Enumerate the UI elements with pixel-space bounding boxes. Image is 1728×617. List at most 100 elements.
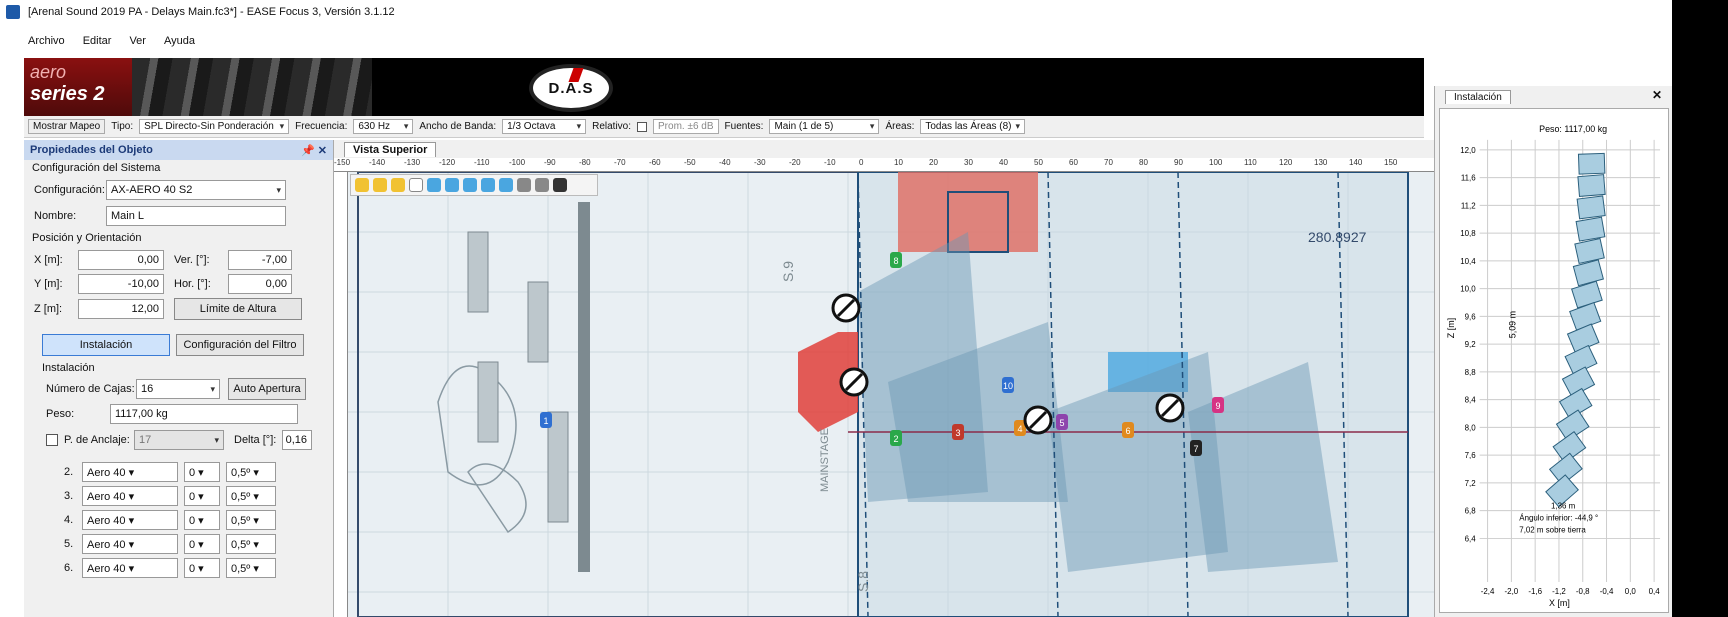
box-value-select[interactable]: 0 ▾ [184,462,220,482]
hor-field[interactable]: 0,00 [228,274,292,294]
install-button[interactable]: Instalación [42,334,170,356]
name-label: Nombre: [34,210,77,222]
box-value-select[interactable]: 0 ▾ [184,534,220,554]
filter-config-button[interactable]: Configuración del Filtro [176,334,304,356]
no-entry-icon[interactable] [831,293,861,323]
boxes-select-value: 16 [141,383,154,395]
config-select[interactable]: AX-AERO 40 S2 ▾ [106,180,286,200]
y-field[interactable]: -10,00 [78,274,164,294]
measure-icon[interactable] [517,178,531,192]
box-index: 2. [64,466,74,478]
box-value-select[interactable]: 0 ▾ [184,558,220,578]
z-field[interactable]: 12,00 [78,299,164,319]
position-section-label: Posición y Orientación [32,232,142,244]
ver-field[interactable]: -7,00 [228,250,292,270]
type-label: Tipo: [111,121,134,132]
auto-aperture-button[interactable]: Auto Apertura [228,378,306,400]
shape-wedge-icon[interactable] [481,178,495,192]
shape-trap-icon[interactable] [499,178,513,192]
frequency-select[interactable]: 630 Hz ▾ [353,119,414,134]
source-marker[interactable]: 3 [952,424,964,440]
sources-select[interactable]: Main (1 de 5) ▾ [769,119,880,134]
anchor-select[interactable]: 17 ▾ [134,430,224,450]
marker-label: 1 [543,416,548,426]
y-label: Y [m]: [34,278,63,290]
source-marker[interactable]: 7 [1190,440,1202,456]
array-box [1575,216,1606,242]
shape-rect-icon[interactable] [427,178,441,192]
source-marker[interactable]: 9 [1212,397,1224,413]
close-icon[interactable]: ✕ [1652,88,1662,102]
box-angle-select[interactable]: 0,5º ▾ [226,462,276,482]
source-marker[interactable]: 5 [1056,414,1068,430]
box-model-select[interactable]: Aero 40 ▾ [82,534,178,554]
box-angle-select[interactable]: 0,5º ▾ [226,486,276,506]
box-value-select[interactable]: 0 ▾ [184,486,220,506]
weight-row: Peso: 1117,00 kg [46,404,298,424]
box-model-select[interactable]: Aero 40 ▾ [82,510,178,530]
box-angle-select[interactable]: 0,5º ▾ [226,534,276,554]
floor-plan[interactable]: 280.8927 MAINSTAGE S.9 S.8 1 2 3 4 5 6 7 8 9 10 [348,172,1434,617]
anchor-checkbox[interactable] [46,434,58,446]
x-tick-label: -1,2 [1552,587,1566,596]
name-field[interactable]: Main L [106,206,286,226]
ruler-tick: -100 [509,158,526,167]
ruler-tick: -90 [544,158,556,167]
no-entry-icon[interactable] [1155,393,1185,423]
screenshot-stage: [Arenal Sound 2019 PA - Delays Main.fc3*… [0,0,1728,617]
tab-instalacion[interactable]: Instalación [1445,90,1511,104]
show-mapping-button[interactable]: Mostrar Mapeo [28,119,106,134]
speaker-icon[interactable] [553,178,567,192]
source-marker[interactable]: 2 [890,430,902,446]
box-value-select[interactable]: 0 ▾ [184,510,220,530]
shape-poly-icon[interactable] [445,178,459,192]
select-icon[interactable] [409,178,423,192]
boxes-select[interactable]: 16 ▾ [136,379,220,399]
source-marker[interactable]: 8 [890,252,902,268]
ruler-tick: 20 [929,158,938,167]
ruler-tick: 40 [999,158,1008,167]
chart-x-label: X [m] [1549,598,1570,608]
zoom-in-icon[interactable] [355,178,369,192]
relative-checkbox[interactable] [637,121,648,132]
delta-field[interactable]: 0,16 [282,430,312,450]
aero-logo-line1: aero [30,62,67,82]
box-model-select[interactable]: Aero 40 ▾ [82,486,178,506]
window-title: [Arenal Sound 2019 PA - Delays Main.fc3*… [28,6,395,18]
box-angle-select[interactable]: 0,5º ▾ [226,558,276,578]
ruler-tick: 130 [1314,158,1328,167]
height-limit-button[interactable]: Límite de Altura [174,298,302,320]
ruler-tick: 100 [1209,158,1223,167]
box-angle-select[interactable]: 0,5º ▾ [226,510,276,530]
zoom-fit-icon[interactable] [391,178,405,192]
source-marker[interactable]: 1 [540,412,552,428]
pin-close-icons[interactable]: 📌 ✕ [301,144,327,157]
chevron-down-icon: ▾ [403,121,409,131]
array-box [1576,195,1606,220]
box-model-select[interactable]: Aero 40 ▾ [82,558,178,578]
areas-select[interactable]: Todas las Áreas (8) ▾ [920,119,1026,134]
box-model-select[interactable]: Aero 40 ▾ [82,462,178,482]
no-entry-icon[interactable] [1023,405,1053,435]
app-icon [6,5,20,19]
shape-arc-icon[interactable] [463,178,477,192]
line-icon[interactable] [535,178,549,192]
sources-select-value: Main (1 de 5) [774,121,834,132]
x-field[interactable]: 0,00 [78,250,164,270]
source-marker[interactable]: 6 [1122,422,1134,438]
menu-editar[interactable]: Editar [83,35,112,47]
anchor-select-value: 17 [139,434,152,446]
zoom-out-icon[interactable] [373,178,387,192]
source-marker[interactable]: 10 [1002,377,1014,393]
box-row: 2. Aero 40 ▾ 0 ▾ 0,5º ▾ [64,462,276,482]
menu-ver[interactable]: Ver [129,35,146,47]
tab-vista-superior[interactable]: Vista Superior [344,142,437,157]
chevron-down-icon: ▾ [276,184,281,195]
bandwidth-select[interactable]: 1/3 Octava ▾ [502,119,587,134]
no-entry-icon[interactable] [839,367,869,397]
menu-ayuda[interactable]: Ayuda [164,35,195,47]
menu-archivo[interactable]: Archivo [28,35,65,47]
relative-select[interactable]: Prom. ±6 dB [653,119,719,134]
installation-panel: Instalación ✕ Peso: 1117,00 kg Z [m] X [… [1434,86,1672,617]
type-select[interactable]: SPL Directo-Sin Ponderación ▾ [139,119,290,134]
